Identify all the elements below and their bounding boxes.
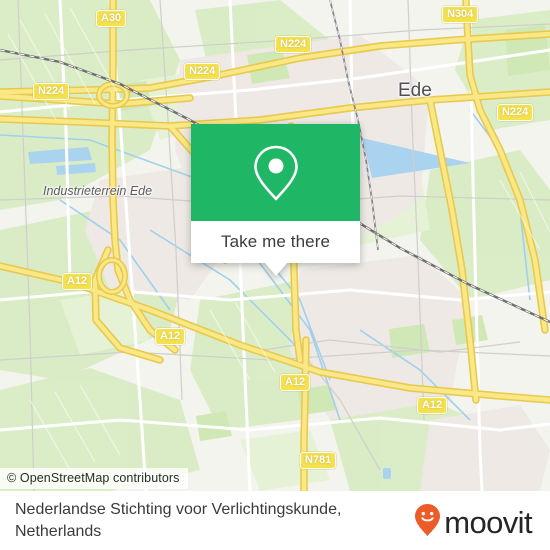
moovit-smiley-pin-icon (414, 503, 441, 542)
map-container[interactable]: Ede Industrieterrein Ede A30 N304 N224 N… (0, 0, 550, 491)
road-shield-a12: A12 (280, 374, 311, 391)
road-shield-a12: A12 (62, 273, 93, 290)
take-me-there-button[interactable]: Take me there (191, 221, 360, 263)
road-shield-n224: N224 (275, 36, 312, 53)
location-title-line-1: Nederlandse Stichting voor Verlichtingsk… (15, 501, 342, 518)
card-pointer-tail (264, 263, 287, 276)
road-shield-n224: N224 (184, 63, 221, 80)
location-title-line-2: Netherlands (15, 523, 102, 540)
road-shield-n304: N304 (442, 6, 479, 23)
moovit-logo[interactable]: moovit (414, 503, 533, 542)
road-shield-n781: N781 (300, 452, 337, 469)
map-label-industrieterrein-ede: Industrieterrein Ede (43, 184, 153, 198)
location-title: Nederlandse Stichting voor Verlichtingsk… (15, 499, 395, 543)
take-me-there-card[interactable]: Take me there (191, 124, 360, 276)
take-me-there-label: Take me there (220, 232, 331, 251)
road-shield-a12: A12 (417, 397, 448, 414)
footer-bar: Nederlandse Stichting voor Verlichtingsk… (0, 491, 550, 550)
moovit-map-screenshot: Ede Industrieterrein Ede A30 N304 N224 N… (0, 0, 550, 550)
location-pin-icon (248, 142, 304, 204)
road-shield-n224: N224 (497, 104, 534, 121)
card-image-area (191, 124, 360, 221)
moovit-wordmark: moovit (444, 505, 532, 540)
map-label-ede: Ede (398, 80, 432, 101)
road-shield-a12: A12 (155, 328, 186, 345)
map-attribution[interactable]: © OpenStreetMap contributors (0, 468, 188, 489)
road-shield-a30: A30 (96, 10, 127, 27)
road-shield-n224: N224 (33, 83, 70, 100)
